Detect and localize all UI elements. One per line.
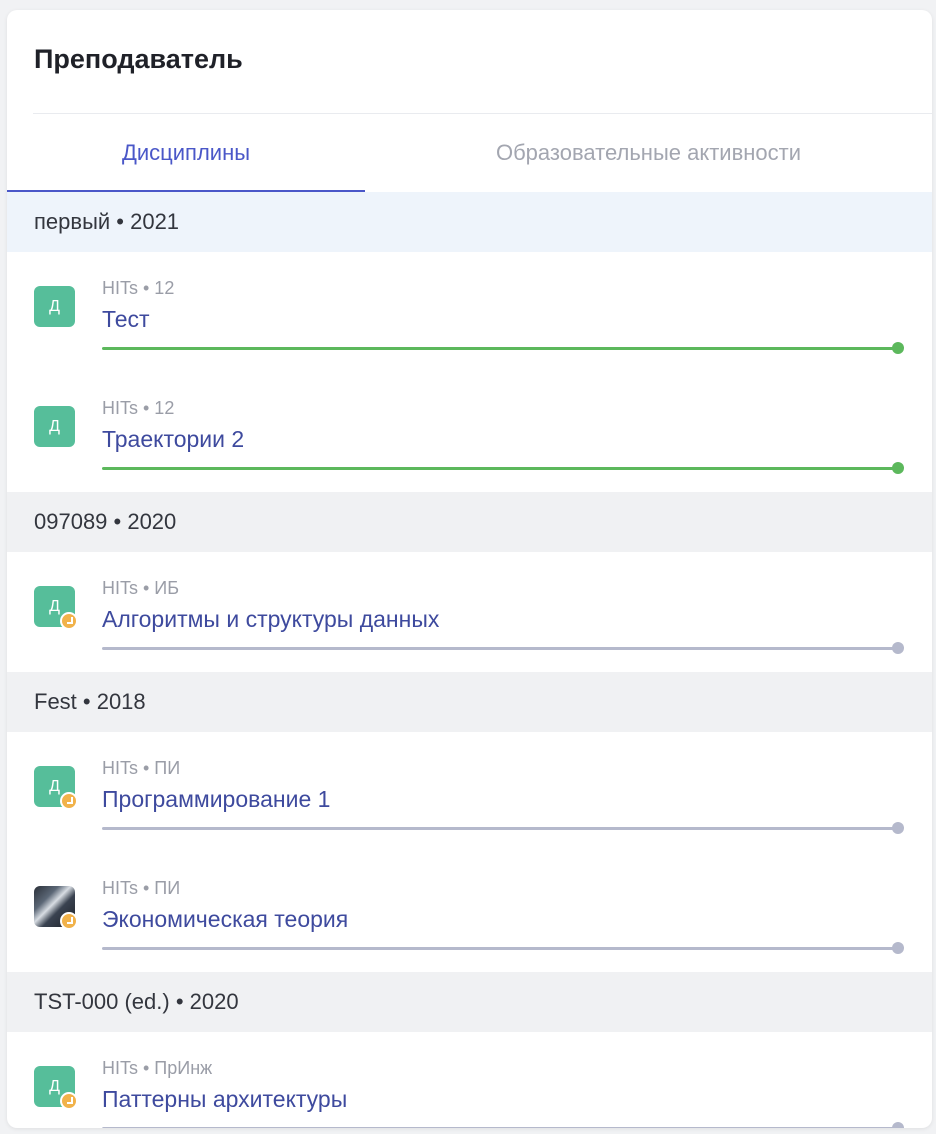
- course-avatar: Д: [34, 1066, 78, 1110]
- progress-bar: [102, 342, 904, 354]
- progress-end-dot: [892, 642, 904, 654]
- avatar-letter: Д: [49, 298, 60, 315]
- discipline-name-link[interactable]: Алгоритмы и структуры данных: [102, 606, 439, 633]
- progress-end-dot: [892, 342, 904, 354]
- course-avatar: Д: [34, 286, 75, 327]
- panel-title: Преподаватель: [34, 44, 243, 74]
- semester-header: первый • 2021: [7, 192, 932, 252]
- avatar-letter: Д: [49, 1078, 60, 1095]
- discipline-name-link[interactable]: Экономическая теория: [102, 906, 348, 933]
- progress-bar: [102, 642, 904, 654]
- discipline-item[interactable]: Д HITs • ИБ Алгоритмы и структуры данных: [7, 552, 932, 672]
- avatar-letter: Д: [49, 418, 60, 435]
- discipline-name-link[interactable]: Программирование 1: [102, 786, 330, 813]
- progress-bar: [102, 942, 904, 954]
- discipline-meta: HITs • 12: [102, 398, 175, 418]
- progress-bar: [102, 462, 904, 474]
- discipline-name-link[interactable]: Траектории 2: [102, 426, 244, 453]
- discipline-item[interactable]: Д HITs • 12 Траектории 2: [7, 372, 932, 492]
- course-avatar: Д: [34, 766, 78, 810]
- discipline-meta: HITs • ПИ: [102, 758, 181, 778]
- semester-header: Fest • 2018: [7, 672, 932, 732]
- progress-bar: [102, 822, 904, 834]
- discipline-item[interactable]: Д HITs • ПИ Программирование 1: [7, 732, 932, 852]
- status-badge-icon: [60, 912, 78, 930]
- discipline-meta: HITs • ПрИнж: [102, 1058, 213, 1078]
- status-badge-icon: [60, 1092, 78, 1110]
- discipline-meta: HITs • ИБ: [102, 578, 180, 598]
- semester-header: 097089 • 2020: [7, 492, 932, 552]
- discipline-name-link[interactable]: Тест: [102, 306, 150, 333]
- course-avatar: Д: [34, 586, 78, 630]
- course-avatar: Д: [34, 406, 75, 447]
- status-badge-icon: [60, 612, 78, 630]
- tab-bar: Дисциплины Образовательные активности: [7, 114, 932, 193]
- progress-end-dot: [892, 942, 904, 954]
- progress-bar: [102, 1122, 904, 1128]
- tab-disciplines[interactable]: Дисциплины: [7, 114, 365, 192]
- avatar-letter: Д: [49, 778, 60, 795]
- discipline-meta: HITs • 12: [102, 278, 175, 298]
- status-badge-icon: [60, 792, 78, 810]
- progress-end-dot: [892, 1122, 904, 1128]
- progress-end-dot: [892, 462, 904, 474]
- avatar-letter: Д: [49, 598, 60, 615]
- discipline-item[interactable]: Д HITs • ПрИнж Паттерны архитектуры: [7, 1032, 932, 1128]
- discipline-item[interactable]: Д HITs • 12 Тест: [7, 252, 932, 372]
- tab-educational-activities[interactable]: Образовательные активности: [365, 114, 932, 192]
- teacher-panel: Преподаватель Дисциплины Образовательные…: [7, 10, 932, 1128]
- discipline-name-link[interactable]: Паттерны архитектуры: [102, 1086, 347, 1113]
- progress-end-dot: [892, 822, 904, 834]
- discipline-meta: HITs • ПИ: [102, 878, 181, 898]
- discipline-item[interactable]: HITs • ПИ Экономическая теория: [7, 852, 932, 972]
- course-image: [34, 886, 78, 930]
- semester-header: TST-000 (ed.) • 2020: [7, 972, 932, 1032]
